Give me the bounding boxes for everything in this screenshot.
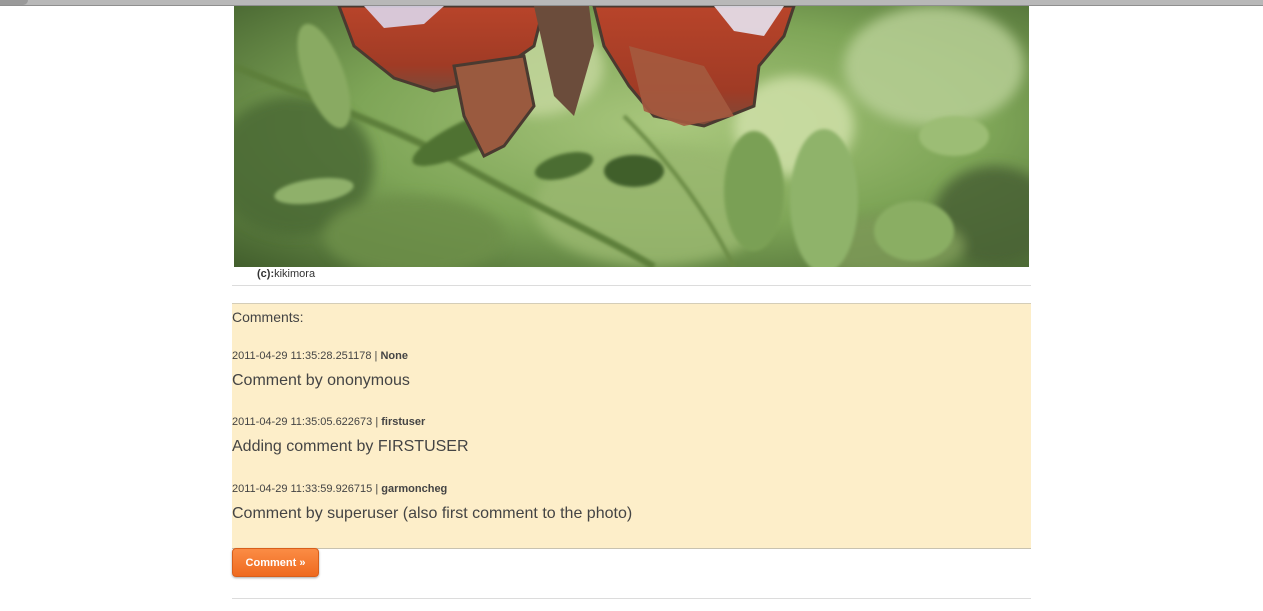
comment-meta: 2011-04-29 11:33:59.926715 | garmoncheg bbox=[232, 483, 632, 496]
comments-panel: Comments: 2011-04-29 11:35:28.251178 | N… bbox=[232, 303, 1031, 549]
comment-item: 2011-04-29 11:35:05.622673 | firstuser A… bbox=[232, 416, 469, 456]
credit-prefix: (c): bbox=[257, 268, 275, 280]
comment-author: garmoncheg bbox=[381, 483, 448, 495]
divider bbox=[232, 285, 1031, 286]
comment-timestamp: 2011-04-29 11:35:28.251178 bbox=[232, 350, 372, 362]
bottom-divider bbox=[232, 598, 1031, 599]
comment-button[interactable]: Comment » bbox=[232, 548, 319, 577]
meta-separator: | bbox=[372, 483, 382, 495]
butterfly-photo bbox=[234, 6, 1029, 267]
comment-meta: 2011-04-29 11:35:05.622673 | firstuser bbox=[232, 416, 469, 429]
comment-item: 2011-04-29 11:35:28.251178 | None Commen… bbox=[232, 350, 410, 390]
meta-separator: | bbox=[372, 416, 382, 428]
comment-author: None bbox=[380, 350, 408, 362]
comment-timestamp: 2011-04-29 11:33:59.926715 bbox=[232, 483, 373, 495]
window-control bbox=[0, 0, 28, 5]
comment-meta: 2011-04-29 11:35:28.251178 | None bbox=[232, 350, 410, 363]
credit-author: kikimora bbox=[274, 268, 316, 280]
comment-item: 2011-04-29 11:33:59.926715 | garmoncheg … bbox=[232, 483, 632, 523]
comment-author: firstuser bbox=[381, 416, 426, 428]
photo-credit: (c):kikimora bbox=[257, 268, 315, 280]
comment-text: Comment by superuser (also first comment… bbox=[232, 505, 633, 522]
comment-timestamp: 2011-04-29 11:35:05.622673 bbox=[232, 416, 373, 428]
comment-text: Adding comment by FIRSTUSER bbox=[232, 438, 469, 455]
comment-text: Comment by ononymous bbox=[232, 372, 410, 389]
comments-heading: Comments: bbox=[232, 309, 304, 325]
